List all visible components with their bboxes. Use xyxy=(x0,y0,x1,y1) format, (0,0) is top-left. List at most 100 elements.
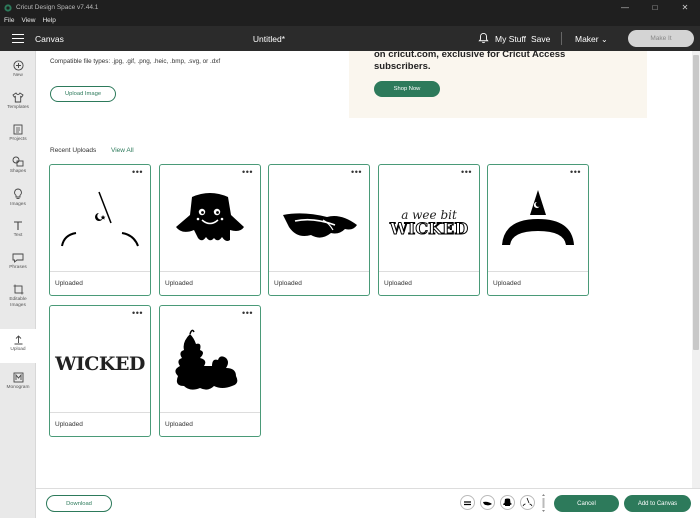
sidebar-item-monogram[interactable]: Monogram xyxy=(0,367,36,399)
card-divider xyxy=(50,412,150,413)
witch-hat-brim-icon xyxy=(269,175,369,271)
upload-card[interactable]: ••• Uploaded xyxy=(268,164,370,296)
a-wee-bit-wicked-text: a wee bit WICKED xyxy=(379,175,479,271)
close-icon[interactable]: ✕ xyxy=(670,0,700,15)
title-bar: Cricut Design Space v7.44.1 — □ ✕ xyxy=(0,0,700,15)
witch-hat-brim-icon xyxy=(483,501,492,506)
sidebar-item-new[interactable]: New xyxy=(0,55,36,87)
sidebar-item-label: Images xyxy=(10,202,26,207)
app-header: Canvas Untitled* My Stuff Save Maker ⌄ M… xyxy=(0,26,700,51)
thumb-text: WICKED xyxy=(55,353,145,375)
shirt-icon xyxy=(12,92,24,103)
my-stuff-link[interactable]: My Stuff xyxy=(495,34,526,44)
add-to-canvas-button[interactable]: Add to Canvas xyxy=(624,495,691,512)
menu-help[interactable]: Help xyxy=(42,17,55,24)
sidebar-item-label: Shapes xyxy=(9,169,27,174)
sidebar-item-label: Upload xyxy=(10,347,26,352)
sidebar-item-editable-images[interactable]: Editable Images xyxy=(0,279,36,325)
bulb-icon xyxy=(14,188,22,199)
upload-card[interactable]: ••• Uploaded xyxy=(49,164,151,296)
witch-moon-icon xyxy=(522,497,533,507)
sidebar-item-projects[interactable]: Projects xyxy=(0,119,36,151)
machine-select[interactable]: Maker ⌄ xyxy=(575,34,608,44)
thumb-text-line2: WICKED xyxy=(389,218,469,238)
card-divider xyxy=(160,412,260,413)
card-caption: Uploaded xyxy=(165,280,193,287)
shapes-icon xyxy=(12,156,24,167)
app-icon xyxy=(4,3,12,12)
shop-now-button[interactable]: Shop Now xyxy=(374,81,440,97)
tray-item-a-wee-bit-wicked[interactable] xyxy=(460,495,475,510)
document-title[interactable]: Untitled* xyxy=(0,34,538,44)
upload-card[interactable]: ••• WICKED Uploaded xyxy=(49,305,151,437)
upload-image-button[interactable]: Upload Image xyxy=(50,86,116,102)
editable-images-icon xyxy=(13,284,23,295)
sidebar-item-label: Text xyxy=(13,233,23,238)
projects-icon xyxy=(13,124,23,135)
maximize-icon[interactable]: □ xyxy=(640,0,670,15)
save-button[interactable]: Save xyxy=(531,34,550,44)
witch-hat-icon xyxy=(488,175,588,271)
minimize-icon[interactable]: — xyxy=(610,0,640,15)
sidebar: New Templates Projects Shapes Images Tex… xyxy=(0,51,36,518)
sidebar-item-shapes[interactable]: Shapes xyxy=(0,151,36,183)
sidebar-item-label: Monogram xyxy=(6,385,30,390)
upload-icon xyxy=(14,335,22,345)
sidebar-item-label: Editable Images xyxy=(9,297,27,308)
speech-bubble-icon xyxy=(12,253,24,263)
a-wee-bit-wicked-text xyxy=(464,501,471,506)
menu-view[interactable]: View xyxy=(21,17,35,24)
sidebar-item-templates[interactable]: Templates xyxy=(0,87,36,119)
card-divider xyxy=(379,271,479,272)
chevron-down-icon: ⌄ xyxy=(601,35,608,44)
card-divider xyxy=(160,271,260,272)
header-divider xyxy=(561,32,562,45)
wicked-text: WICKED xyxy=(50,316,150,412)
sidebar-item-label: Projects xyxy=(9,137,27,142)
cancel-button[interactable]: Cancel xyxy=(554,495,619,512)
bell-icon[interactable] xyxy=(478,32,489,44)
machine-select-label: Maker xyxy=(575,34,599,44)
card-caption: Uploaded xyxy=(165,421,193,428)
card-caption: Uploaded xyxy=(55,421,83,428)
menu-file[interactable]: File xyxy=(4,17,14,24)
ghost-icon xyxy=(160,175,260,271)
compatible-file-types: Compatible file types: .jpg, .gif, .png,… xyxy=(50,58,221,65)
recent-uploads-title: Recent Uploads xyxy=(50,147,97,154)
monogram-icon xyxy=(13,372,23,383)
upload-card[interactable]: ••• Uploaded xyxy=(487,164,589,296)
card-divider xyxy=(488,271,588,272)
promo-banner: on cricut.com, exclusive for Cricut Acce… xyxy=(349,49,647,118)
card-divider xyxy=(269,271,369,272)
tray-item-witch-moon[interactable] xyxy=(520,495,535,510)
ghost-icon xyxy=(503,498,512,506)
scrollbar-thumb[interactable] xyxy=(693,55,699,350)
sidebar-item-label: New xyxy=(13,73,23,78)
sidebar-item-label: Phrases xyxy=(9,265,27,270)
menu-bar: File View Help xyxy=(0,15,700,26)
card-caption: Uploaded xyxy=(384,280,412,287)
card-caption: Uploaded xyxy=(493,280,521,287)
sidebar-item-upload[interactable]: Upload xyxy=(0,329,36,363)
tray-scroll-icon[interactable] xyxy=(541,492,546,514)
promo-text: on cricut.com, exclusive for Cricut Acce… xyxy=(374,49,566,72)
download-button[interactable]: Download xyxy=(46,495,112,512)
sidebar-item-label: Templates xyxy=(7,105,29,110)
tray-item-hat-brim[interactable] xyxy=(480,495,495,510)
upload-card[interactable]: ••• a wee bit WICKED Uploaded xyxy=(378,164,480,296)
card-caption: Uploaded xyxy=(274,280,302,287)
view-all-link[interactable]: View All xyxy=(111,147,134,154)
tray-item-ghost[interactable] xyxy=(500,495,515,510)
upload-card[interactable]: ••• Uploaded xyxy=(159,164,261,296)
card-caption: Uploaded xyxy=(55,280,83,287)
card-divider xyxy=(50,271,150,272)
tree-silhouette-icon xyxy=(160,316,260,412)
sidebar-item-phrases[interactable]: Phrases xyxy=(0,247,36,279)
plus-circle-icon xyxy=(12,60,24,71)
window-title: Cricut Design Space v7.44.1 xyxy=(16,4,99,11)
sidebar-item-images[interactable]: Images xyxy=(0,183,36,215)
sidebar-item-text[interactable]: Text xyxy=(0,215,36,247)
make-it-button[interactable]: Make It xyxy=(628,30,694,47)
witch-moon-icon xyxy=(50,175,150,271)
upload-card[interactable]: ••• Uploaded xyxy=(159,305,261,437)
